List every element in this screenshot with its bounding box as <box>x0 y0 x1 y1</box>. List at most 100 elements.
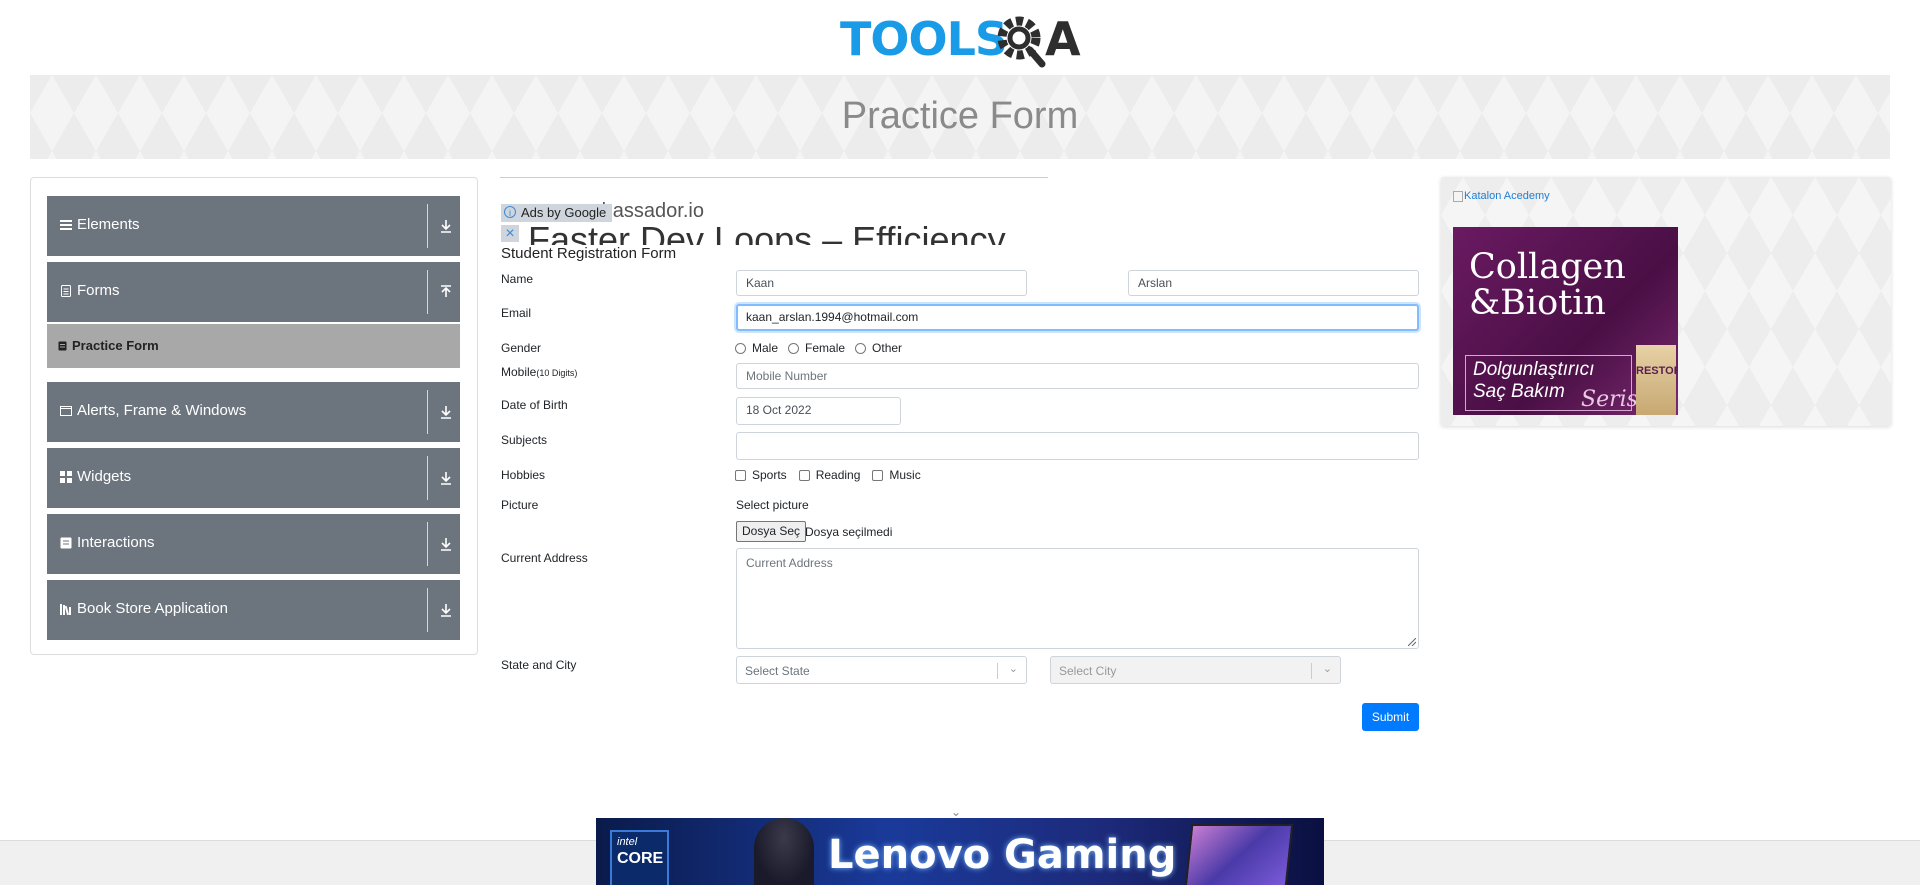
checkbox-label: Music <box>889 468 921 482</box>
select-picture-label: Select picture <box>736 498 809 512</box>
label-subjects: Subjects <box>501 433 548 447</box>
page-header-banner: Practice Form <box>30 75 1890 159</box>
mobile-input[interactable]: Mobile Number <box>736 363 1419 389</box>
divider <box>427 390 428 434</box>
laptop-image <box>1184 824 1294 885</box>
product-label: RESTORE <box>1636 365 1678 377</box>
divider <box>427 456 428 500</box>
close-icon[interactable]: × <box>501 225 519 242</box>
sidebar-item-practice-form[interactable]: Practice Form <box>47 324 460 368</box>
ad-text: Saç Bakım <box>1473 381 1565 402</box>
sidebar: Elements Forms Practice Form Alerts, Fra… <box>30 177 478 655</box>
ad-text: &Biotin <box>1469 283 1606 323</box>
ad-text: Dolgunlaştırıcı <box>1473 359 1595 380</box>
hobby-music-checkbox[interactable]: Music <box>872 468 921 482</box>
hamburger-icon <box>60 220 72 230</box>
collagen-ad[interactable]: Collagen &Biotin Dolgunlaştırıcı Saç Bak… <box>1453 227 1678 415</box>
ad-brand-text: Lenovo Gaming <box>828 832 1177 878</box>
label-picture: Picture <box>501 498 539 512</box>
state-select[interactable]: Select State ⌄ <box>736 656 1027 684</box>
hobby-sports-checkbox[interactable]: Sports <box>735 468 787 482</box>
checkbox-box <box>798 469 810 481</box>
sidebar-group-label: Book Store Application <box>77 600 228 617</box>
ad-text: Collagen <box>1469 247 1626 287</box>
toolsqa-logo[interactable]: TOOLS A <box>840 12 1081 68</box>
sidebar-group-label: Forms <box>77 282 120 299</box>
submit-button[interactable]: Submit <box>1362 703 1419 731</box>
chevron-down-icon: ⌄ <box>1322 663 1332 675</box>
ad-headline: Faster Dev Loops – Efficiency <box>528 219 1006 245</box>
page-title: Practice Form <box>841 95 1079 137</box>
ads-by-label: Ads by Google <box>521 205 607 220</box>
first-name-input[interactable]: Kaan <box>736 270 1027 296</box>
sidebar-group-forms[interactable]: Forms <box>47 262 460 322</box>
checkbox-box <box>872 469 884 481</box>
hobbies-options: Sports Reading Music <box>735 468 931 482</box>
logo-text-tools: TOOLS <box>840 12 1008 66</box>
label-dob: Date of Birth <box>501 398 568 412</box>
checkbox-label: Sports <box>752 468 787 482</box>
ad-person-image <box>754 818 814 885</box>
sidebar-group-label: Interactions <box>77 534 155 551</box>
logo-text-a: A <box>1045 12 1081 66</box>
gender-female-radio[interactable]: Female <box>788 341 845 355</box>
chevron-down-icon[interactable]: ⌄ <box>951 805 961 819</box>
books-icon <box>60 604 71 615</box>
city-select[interactable]: Select City ⌄ <box>1050 656 1341 684</box>
subjects-input[interactable] <box>736 432 1419 460</box>
divider <box>427 522 428 566</box>
sidebar-group-elements[interactable]: Elements <box>47 196 460 256</box>
interaction-icon <box>60 537 72 549</box>
divider <box>427 270 428 314</box>
lenovo-gaming-ad[interactable]: intel CORE Lenovo Gaming <box>596 818 1324 885</box>
hobby-reading-checkbox[interactable]: Reading <box>798 468 861 482</box>
last-name-input[interactable]: Arslan <box>1128 270 1419 296</box>
divider <box>427 588 428 632</box>
download-arrow-icon <box>441 406 451 419</box>
label-current-address: Current Address <box>501 551 588 565</box>
ads-by-google[interactable]: i Ads by Google <box>501 204 613 222</box>
sidebar-group-book-store[interactable]: Book Store Application <box>47 580 460 640</box>
city-placeholder: Select City <box>1059 664 1117 678</box>
email-input[interactable]: kaan_arslan.1994@hotmail.com <box>736 304 1419 331</box>
current-address-textarea[interactable]: Current Address <box>736 548 1419 649</box>
document-icon <box>61 285 71 297</box>
radio-label: Female <box>805 341 846 355</box>
label-name: Name <box>501 272 534 286</box>
resize-grip-icon[interactable] <box>1408 638 1416 646</box>
window-icon <box>60 406 72 416</box>
radio-circle <box>855 342 867 354</box>
info-icon: i <box>504 206 516 218</box>
address-placeholder: Current Address <box>746 556 833 570</box>
gender-other-radio[interactable]: Other <box>855 341 902 355</box>
sidebar-group-label: Widgets <box>77 468 132 485</box>
checkbox-label: Reading <box>815 468 861 482</box>
label-mobile-hint: (10 Digits) <box>536 368 578 378</box>
radio-circle <box>788 342 800 354</box>
label-gender: Gender <box>501 341 542 355</box>
intel-text: intel <box>617 836 638 848</box>
divider <box>500 177 1048 178</box>
checkbox-box <box>735 469 746 481</box>
radio-label: Male <box>752 341 779 355</box>
grid-icon <box>60 471 72 483</box>
sidebar-group-alerts[interactable]: Alerts, Frame & Windows <box>47 382 460 442</box>
sidebar-group-label: Elements <box>77 216 140 233</box>
intel-core-badge: intel CORE <box>610 830 669 885</box>
gender-options: Male Female Other <box>735 341 912 355</box>
sidebar-group-interactions[interactable]: Interactions <box>47 514 460 574</box>
gender-male-radio[interactable]: Male <box>735 341 778 355</box>
label-mobile: Mobile(10 Digits) <box>501 365 577 379</box>
document-icon <box>58 341 67 351</box>
katalon-academy-link[interactable]: Katalon Acedemy <box>1453 190 1550 202</box>
sidebar-group-widgets[interactable]: Widgets <box>47 448 460 508</box>
label-email: Email <box>501 306 532 320</box>
choose-file-button[interactable]: Dosya Seç <box>736 521 807 542</box>
state-placeholder: Select State <box>745 664 810 678</box>
radio-circle <box>735 342 746 354</box>
divider <box>997 663 998 679</box>
core-text: CORE <box>617 850 664 867</box>
sidebar-item-label: Practice Form <box>72 338 159 353</box>
file-status: Dosya seçilmedi <box>805 525 893 539</box>
date-of-birth-input[interactable]: 18 Oct 2022 <box>736 397 901 425</box>
